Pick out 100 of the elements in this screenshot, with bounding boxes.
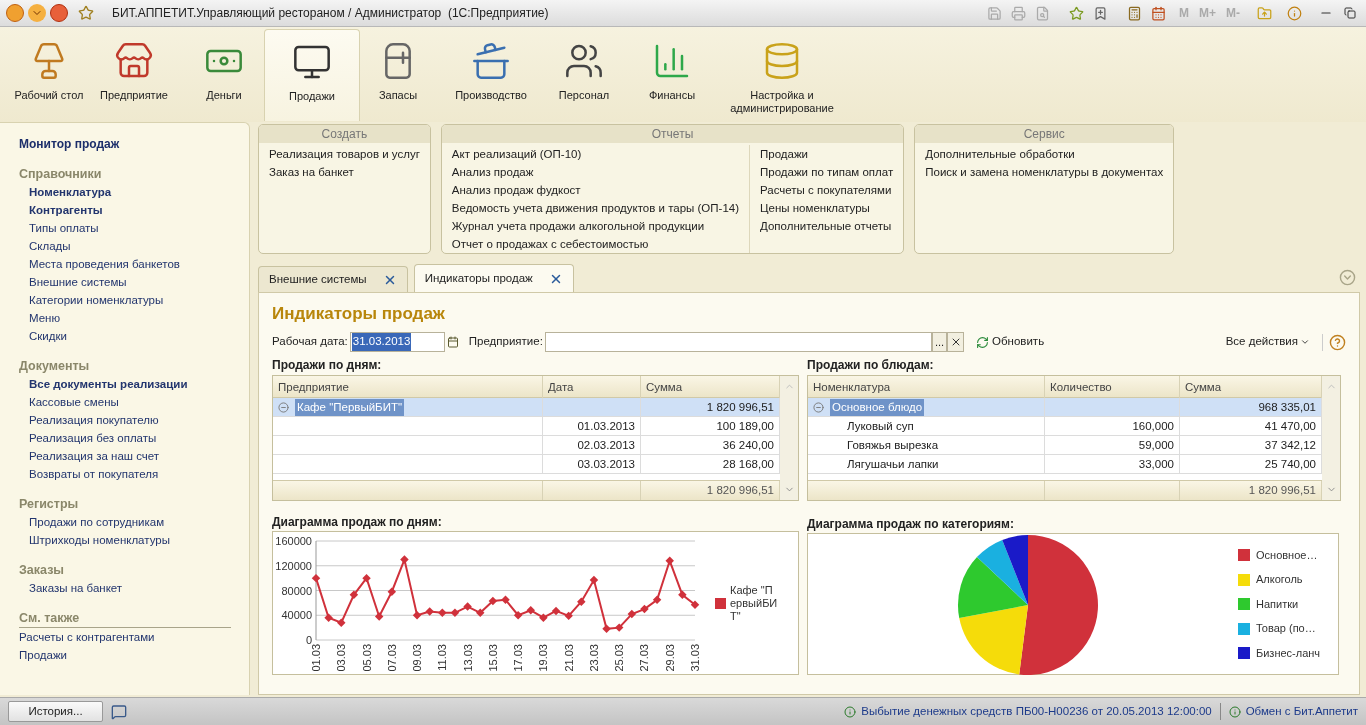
- section-tab[interactable]: Персонал: [546, 29, 622, 121]
- sidebar-link[interactable]: Места проведения банкетов: [19, 255, 237, 273]
- command-link[interactable]: Продажи по типам оплат: [760, 163, 894, 181]
- collapse-icon[interactable]: [813, 401, 824, 413]
- command-link[interactable]: Расчеты с покупателями: [760, 181, 894, 199]
- print-icon[interactable]: [1011, 5, 1027, 21]
- table-cell-text: Лягушачьи лапки: [846, 456, 939, 472]
- scrollbar[interactable]: [780, 376, 798, 500]
- sidebar-link[interactable]: Продажи по сотрудникам: [19, 513, 237, 531]
- table-row[interactable]: 01.03.2013 100 189,00: [273, 417, 780, 436]
- calendar-icon[interactable]: [446, 336, 459, 348]
- restore-icon[interactable]: [1344, 7, 1356, 19]
- command-link[interactable]: Дополнительные обработки: [925, 145, 1164, 163]
- calendar-icon[interactable]: [1151, 5, 1167, 21]
- section-tab[interactable]: Финансы: [622, 29, 722, 121]
- x-tick-label: 13.03: [461, 644, 474, 672]
- sidebar-link[interactable]: Склады: [19, 237, 237, 255]
- sidebar-link[interactable]: Типы оплаты: [19, 219, 237, 237]
- section-tab[interactable]: Продажи: [264, 29, 360, 121]
- table-row[interactable]: Кафе "ПервыйБИТ" 1 820 996,51: [273, 398, 780, 417]
- y-tick-label: 80000: [281, 584, 312, 597]
- sidebar-link[interactable]: Контрагенты: [19, 201, 237, 219]
- section-tab[interactable]: Производство: [436, 29, 546, 121]
- document-tab[interactable]: Индикаторы продаж: [413, 264, 574, 292]
- info-icon[interactable]: [1286, 5, 1302, 21]
- enterprise-field[interactable]: [544, 332, 932, 352]
- command-link[interactable]: Цены номенклатуры: [760, 199, 894, 217]
- status-link[interactable]: Выбытие денежных средств ПБ00-Н00236 от 20.05.2013 12:00:00: [861, 702, 1212, 721]
- date-field[interactable]: 31.03.2013: [349, 332, 445, 352]
- sidebar-link[interactable]: Все документы реализации: [19, 375, 237, 393]
- table-row[interactable]: Основное блюдо 968 335,01: [808, 398, 1322, 417]
- sidebar-link[interactable]: Возвраты от покупателя: [19, 465, 237, 483]
- y-tick-label: 160000: [275, 535, 312, 547]
- section-tab[interactable]: Предприятие: [84, 29, 184, 121]
- sidebar-link[interactable]: Расчеты с контрагентами: [19, 628, 237, 646]
- command-link[interactable]: Ведомость учета движения продуктов и тары (ОП-14): [451, 199, 739, 217]
- x-tick-label: 29.03: [663, 644, 676, 672]
- section-tab[interactable]: Запасы: [360, 29, 436, 121]
- legend-label: Алкоголь: [1256, 572, 1303, 588]
- status-link[interactable]: Обмен с Бит.Аппетит: [1245, 702, 1358, 721]
- star-icon[interactable]: [1069, 5, 1085, 21]
- command-link[interactable]: Заказ на банкет: [269, 163, 420, 181]
- section-tab[interactable]: Рабочий стол: [14, 29, 84, 121]
- sidebar-link[interactable]: Монитор продаж: [19, 135, 237, 153]
- history-button[interactable]: История...: [8, 701, 103, 722]
- data-point: [665, 556, 674, 566]
- table-row[interactable]: 02.03.2013 36 240,00: [273, 436, 780, 455]
- sidebar-link[interactable]: Реализация за наш счет: [19, 447, 237, 465]
- info-icon: [1228, 705, 1241, 718]
- app-logo-icon[interactable]: [6, 4, 24, 22]
- favorites-icon[interactable]: [78, 5, 94, 21]
- command-link[interactable]: Отчет о продажах с себестоимостью: [451, 235, 739, 253]
- sidebar-link[interactable]: Внешние системы: [19, 273, 237, 291]
- sidebar-link[interactable]: Продажи: [19, 646, 237, 664]
- sidebar-link[interactable]: Кассовые смены: [19, 393, 237, 411]
- sidebar-link[interactable]: Номенклатура: [19, 183, 237, 201]
- save-icon[interactable]: [987, 5, 1003, 21]
- sidebar-link[interactable]: Меню: [19, 309, 237, 327]
- data-point: [640, 604, 649, 614]
- sidebar-link[interactable]: Штрихкоды номенклатуры: [19, 531, 237, 549]
- refresh-button[interactable]: Обновить: [976, 333, 1045, 351]
- command-link[interactable]: Поиск и замена номенклатуры в документах: [925, 163, 1164, 181]
- command-link[interactable]: Продажи: [760, 145, 894, 163]
- x-tick-label: 31.03: [689, 644, 701, 672]
- sidebar-link[interactable]: Реализация покупателю: [19, 411, 237, 429]
- table-cell-text: 02.03.2013: [577, 437, 635, 453]
- command-link[interactable]: Акт реализаций (ОП-10): [451, 145, 739, 163]
- command-link[interactable]: Дополнительные отчеты: [760, 217, 894, 235]
- preview-icon[interactable]: [1035, 5, 1051, 21]
- table-row[interactable]: Говяжья вырезка 59,000 37 342,12: [808, 436, 1322, 455]
- table-row[interactable]: Лягушачьи лапки 33,000 25 740,00: [808, 455, 1322, 474]
- table-cell-text: Луковый суп: [846, 418, 914, 434]
- menu-icon[interactable]: [28, 4, 46, 22]
- sidebar-link[interactable]: Реализация без оплаты: [19, 429, 237, 447]
- bookmark-icon[interactable]: [1093, 5, 1109, 21]
- collapse-icon[interactable]: [278, 401, 289, 413]
- command-link[interactable]: Реализация товаров и услуг: [269, 145, 420, 163]
- folder-icon[interactable]: [1256, 5, 1272, 21]
- table-row[interactable]: Луковый суп 160,000 41 470,00: [808, 417, 1322, 436]
- calculator-icon[interactable]: [1127, 5, 1143, 21]
- table-row[interactable]: 03.03.2013 28 168,00: [273, 455, 780, 474]
- all-actions-button[interactable]: Все действия: [1225, 333, 1310, 351]
- command-link[interactable]: Анализ продаж: [451, 163, 739, 181]
- help-icon[interactable]: [1329, 333, 1346, 351]
- command-link[interactable]: Анализ продаж фудкост: [451, 181, 739, 199]
- command-link[interactable]: Журнал учета продажи алкогольной продукции: [451, 217, 739, 235]
- chart-title: Диаграмма продаж по дням:: [272, 514, 443, 531]
- scrollbar[interactable]: [1322, 376, 1340, 500]
- sidebar-link[interactable]: Категории номенклатуры: [19, 291, 237, 309]
- section-tab[interactable]: Настройка и администрирование: [722, 29, 842, 121]
- x-tick-label: 21.03: [562, 644, 575, 672]
- section-tab[interactable]: Деньги: [184, 29, 264, 121]
- collapse-icon[interactable]: [1339, 269, 1356, 286]
- table-cell-text: 37 342,12: [1264, 437, 1316, 453]
- sidebar-link[interactable]: Скидки: [19, 327, 237, 345]
- document-tab[interactable]: Внешние системы: [258, 266, 408, 292]
- legend-label: Напитки: [1256, 596, 1299, 612]
- x-tick-label: 03.03: [335, 644, 348, 672]
- messages-icon[interactable]: [111, 703, 127, 720]
- sidebar-link[interactable]: Заказы на банкет: [19, 579, 237, 597]
